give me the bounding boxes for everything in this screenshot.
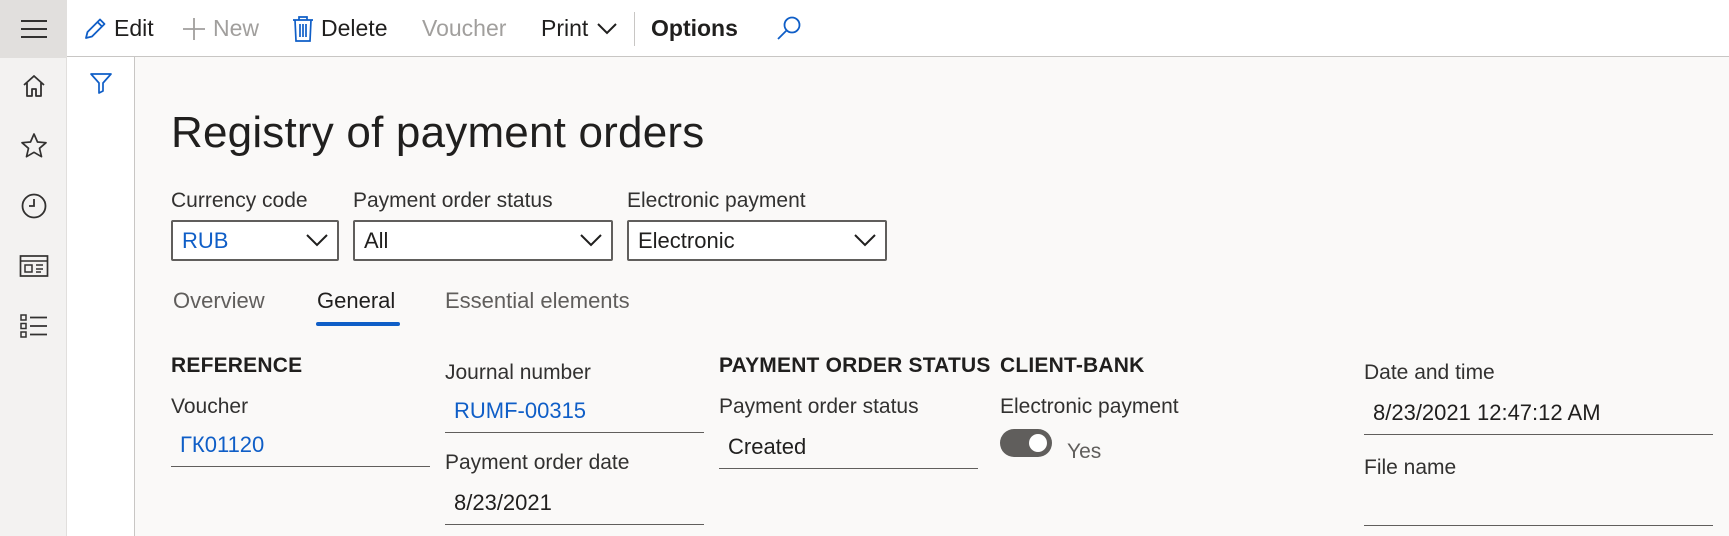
delete-label: Delete [321, 15, 388, 41]
voucher-field[interactable]: ГК01120 [171, 432, 430, 467]
chevron-down-icon [597, 22, 618, 34]
home-icon [22, 75, 45, 97]
tab-overview[interactable]: Overview [173, 288, 265, 314]
command-bar: Edit New Delete Voucher Print Options [67, 0, 1729, 57]
pencil-icon [85, 18, 106, 39]
options-button[interactable]: Options [651, 0, 738, 57]
date-and-time-label: Date and time [1364, 361, 1495, 384]
payment-order-status-label: Payment order status [719, 395, 919, 418]
list-icon [19, 314, 47, 338]
favorites-button[interactable] [0, 126, 67, 166]
chevron-down-icon [580, 234, 602, 247]
chevron-down-icon [306, 234, 328, 247]
toggle-knob [1029, 434, 1047, 452]
active-tab-indicator [316, 322, 400, 326]
edit-label: Edit [114, 15, 154, 41]
payment-order-status-filter-value: All [364, 227, 389, 253]
tab-essential-elements[interactable]: Essential elements [445, 288, 630, 314]
reference-heading: REFERENCE [171, 354, 303, 377]
clock-icon [21, 193, 46, 219]
currency-code-label: Currency code [171, 189, 308, 212]
new-button[interactable]: New [181, 0, 259, 57]
search-icon [777, 16, 801, 40]
journal-number-field[interactable]: RUMF-00315 [445, 398, 704, 433]
file-name-label: File name [1364, 456, 1457, 479]
journal-number-label: Journal number [445, 361, 591, 384]
tab-general[interactable]: General [317, 288, 395, 314]
nav-rail [0, 0, 67, 536]
star-icon [20, 133, 47, 158]
new-label: New [213, 15, 260, 41]
print-button[interactable]: Print [541, 0, 618, 57]
chevron-down-icon [854, 234, 876, 247]
electronic-payment-label: Electronic payment [1000, 395, 1179, 418]
voucher-label: Voucher [422, 15, 507, 41]
search-button[interactable] [775, 0, 809, 57]
workspace-icon [19, 255, 48, 277]
payment-order-date-label: Payment order date [445, 451, 630, 474]
electronic-payment-dropdown[interactable]: Electronic [627, 220, 887, 261]
workspaces-button[interactable] [0, 246, 67, 286]
electronic-payment-filter-label: Electronic payment [627, 189, 806, 212]
print-label: Print [541, 15, 589, 41]
options-label: Options [651, 15, 738, 41]
trash-icon [293, 15, 313, 42]
electronic-payment-toggle[interactable] [1000, 429, 1052, 457]
currency-code-value: RUB [182, 227, 229, 253]
hamburger-button[interactable] [0, 0, 67, 58]
hamburger-icon [20, 20, 47, 38]
edit-button[interactable]: Edit [82, 0, 154, 57]
date-and-time-field: 8/23/2021 12:47:12 AM [1364, 400, 1713, 435]
payment-order-status-field: Created [719, 434, 978, 469]
electronic-payment-toggle-text: Yes [1067, 440, 1102, 463]
voucher-label: Voucher [171, 395, 249, 418]
client-bank-heading: CLIENT-BANK [1000, 354, 1145, 377]
command-separator [634, 12, 635, 46]
currency-code-dropdown[interactable]: RUB [171, 220, 339, 261]
payment-order-date-field[interactable]: 8/23/2021 [445, 490, 704, 525]
recent-button[interactable] [0, 186, 67, 226]
filter-pane [67, 57, 135, 536]
electronic-payment-filter-value: Electronic [638, 227, 735, 253]
delete-button[interactable]: Delete [291, 0, 387, 57]
voucher-button[interactable]: Voucher [422, 0, 506, 57]
page-title: Registry of payment orders [171, 108, 705, 157]
filter-button[interactable] [89, 71, 113, 100]
home-button[interactable] [0, 66, 67, 106]
modules-button[interactable] [0, 306, 67, 346]
file-name-field[interactable] [1364, 491, 1713, 526]
payment-order-status-heading: PAYMENT ORDER STATUS [719, 354, 991, 377]
plus-icon [183, 17, 205, 40]
payment-order-status-dropdown[interactable]: All [353, 220, 613, 261]
filter-icon [90, 73, 112, 94]
payment-order-status-filter-label: Payment order status [353, 189, 553, 212]
